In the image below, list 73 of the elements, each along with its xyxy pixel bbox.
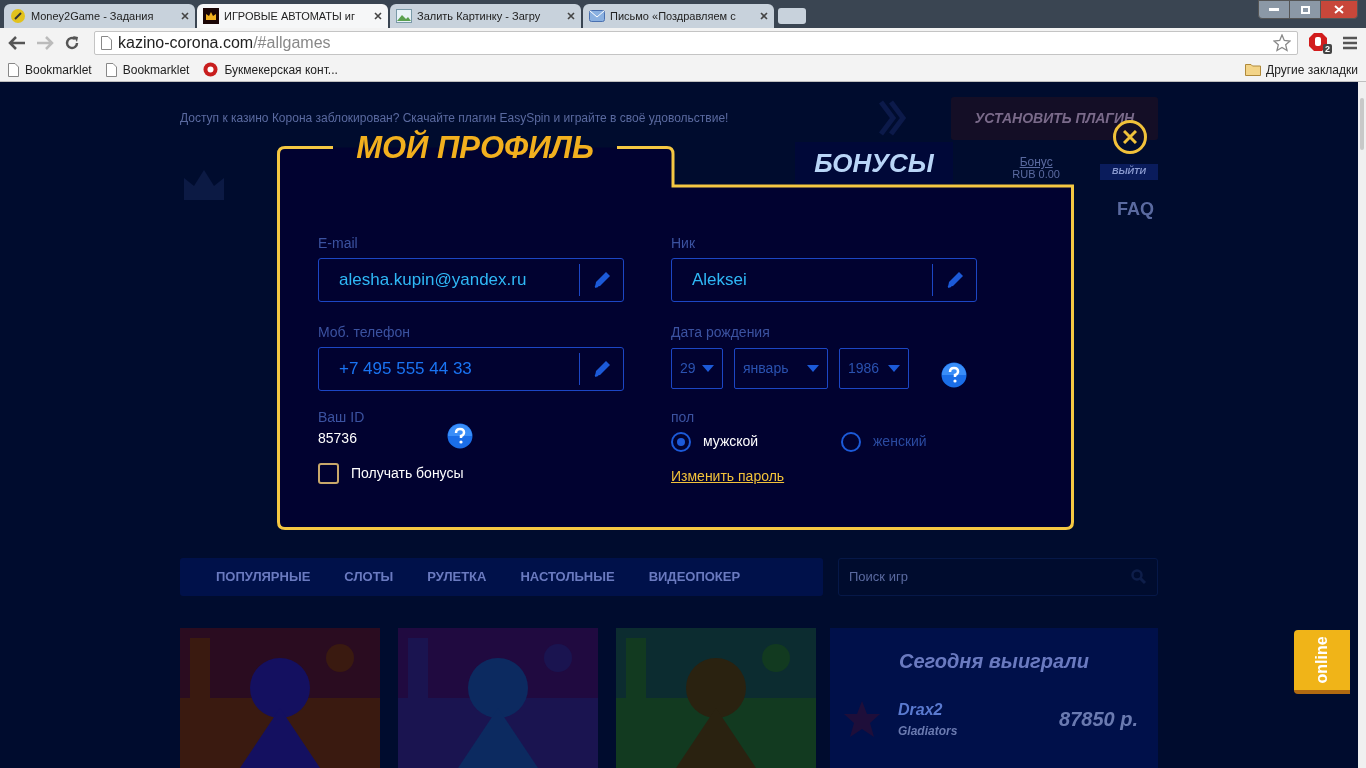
input-field[interactable]: Aleksei xyxy=(671,258,977,302)
browser-tab[interactable]: Залить Картинку - Загру xyxy=(390,4,581,28)
close-icon xyxy=(1334,5,1344,14)
close-button[interactable] xyxy=(1320,0,1358,19)
bookmark[interactable]: Bookmarklet xyxy=(105,60,190,79)
browser-tab[interactable]: Письмо «Поздравляем с xyxy=(583,4,774,28)
radio-button[interactable] xyxy=(671,431,691,452)
chevron-icon xyxy=(879,100,907,136)
search-field[interactable]: Поиск игр xyxy=(838,558,1158,596)
input-field[interactable]: alesha.kupin@yandex.ru xyxy=(318,258,624,302)
image-icon xyxy=(396,9,412,23)
banner-text: Доступ к казино Корона заблокирован? Скачайте плагин EasySpin и играйте в своё удовольствие! xyxy=(180,110,730,127)
install-plugin-button[interactable]: УСТАНОВИТЬ ПЛАГИН xyxy=(951,96,1158,140)
maximize-button[interactable] xyxy=(1290,0,1320,19)
close-icon[interactable] xyxy=(760,12,768,20)
caret-icon xyxy=(807,365,819,372)
field-label: Ваш ID xyxy=(318,409,366,425)
category-tab[interactable]: РУЛЕТКА xyxy=(427,567,487,587)
page-icon xyxy=(101,36,112,50)
other-bookmarks[interactable]: Другие закладки xyxy=(1245,60,1358,79)
close-icon xyxy=(1123,130,1137,144)
checkbox[interactable] xyxy=(318,463,339,484)
browser-tab[interactable]: ИГРОВЫЕ АВТОМАТЫ иг xyxy=(197,4,388,28)
page-icon xyxy=(8,62,19,77)
winner-game: Gladiators xyxy=(898,723,959,740)
logout-button[interactable]: ВЫЙТИ xyxy=(1100,164,1158,180)
radio-button[interactable] xyxy=(841,431,861,452)
reload-icon[interactable] xyxy=(64,35,80,51)
radio-option[interactable]: мужской xyxy=(671,431,841,452)
close-icon[interactable] xyxy=(181,12,189,20)
folder-icon xyxy=(1245,63,1262,76)
scrollbar[interactable] xyxy=(1358,82,1366,768)
input-field[interactable]: +7 495 555 44 33 xyxy=(318,347,624,391)
bonus-value: RUB 0.00 xyxy=(1012,168,1060,180)
caret-icon xyxy=(888,365,900,372)
winner-amount: 87850 р. xyxy=(1059,707,1138,732)
field-label: Дата рождения xyxy=(671,324,771,340)
category-tab[interactable]: ПОПУЛЯРНЫЕ xyxy=(216,567,311,587)
bookmark[interactable]: Букмекерская конт... xyxy=(203,60,338,79)
modal-tab[interactable]: БОНУСЫ xyxy=(795,142,953,184)
minimize-button[interactable] xyxy=(1258,0,1290,19)
help-icon[interactable] xyxy=(941,361,967,388)
winners-title: Сегодня выиграли xyxy=(899,649,1089,674)
field-label: Ник xyxy=(671,235,697,251)
category-tab[interactable]: ВИДЕОПОКЕР xyxy=(648,567,741,587)
star-icon xyxy=(842,699,882,739)
user-id: 85736 xyxy=(318,429,358,448)
star-icon[interactable] xyxy=(1273,34,1291,52)
menu-icon[interactable] xyxy=(1342,36,1358,50)
field-label: E-mail xyxy=(318,235,359,251)
coin-icon xyxy=(10,8,26,24)
faq-link[interactable]: FAQ xyxy=(1117,196,1154,223)
close-icon[interactable] xyxy=(567,12,575,20)
modal-tab[interactable]: МОЙ ПРОФИЛЬ xyxy=(333,126,617,170)
mail-icon xyxy=(589,8,605,24)
checkbox-label[interactable]: Получать бонусы xyxy=(351,463,464,484)
change-password-link[interactable]: Изменить пароль xyxy=(671,466,785,487)
browser-tab[interactable]: Money2Game - Задания xyxy=(4,4,195,28)
help-icon[interactable] xyxy=(447,423,473,449)
close-icon[interactable] xyxy=(374,12,382,20)
field-label: пол xyxy=(671,409,696,425)
ball-icon xyxy=(203,62,219,77)
bonus-label: Бонус xyxy=(1019,156,1053,168)
back-icon[interactable] xyxy=(8,36,26,50)
bookmark[interactable]: Bookmarklet xyxy=(8,60,92,79)
category-tab[interactable]: НАСТОЛЬНЫЕ xyxy=(520,567,615,587)
field-label: Моб. телефон xyxy=(318,324,411,340)
caret-icon xyxy=(702,365,714,372)
category-tab[interactable]: СЛОТЫ xyxy=(344,567,394,587)
page-icon xyxy=(105,62,117,77)
winner-name: Drax2 xyxy=(898,700,944,720)
address-bar[interactable]: kazino-corona.com/#allgames xyxy=(94,31,1298,55)
crown-icon xyxy=(203,8,219,24)
